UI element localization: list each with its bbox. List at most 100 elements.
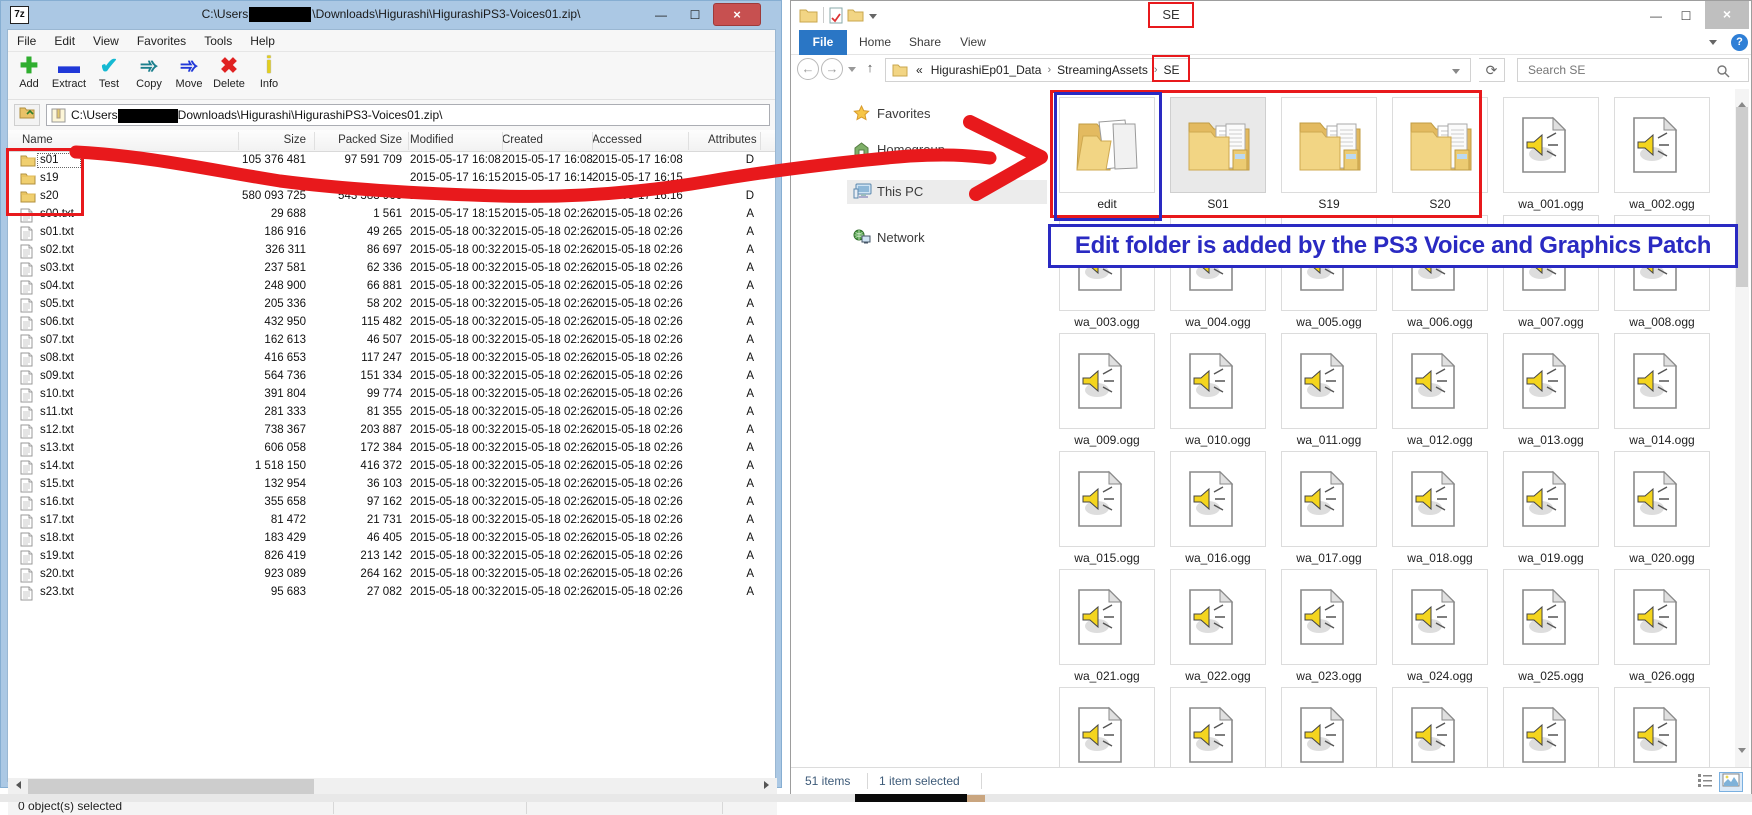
address-dropdown-icon[interactable]	[1452, 69, 1460, 74]
table-row[interactable]: s19.txt826 419213 1422015-05-18 00:32201…	[8, 548, 775, 566]
menu-item-favorites[interactable]: Favorites	[128, 30, 195, 52]
table-row[interactable]: s18.txt183 42946 4052015-05-18 00:322015…	[8, 530, 775, 548]
menu-item-tools[interactable]: Tools	[195, 30, 241, 52]
table-row[interactable]: s02.txt326 31186 6972015-05-18 00:322015…	[8, 242, 775, 260]
tab-home[interactable]: Home	[853, 30, 897, 55]
file-tile-clipped[interactable]	[1281, 687, 1377, 767]
sevenzip-titlebar[interactable]: 7z C:\Users\Downloads\Higurashi\Higurash…	[1, 1, 781, 29]
table-row[interactable]: s17.txt81 47221 7312015-05-18 00:322015-…	[8, 512, 775, 530]
table-row[interactable]: s20580 093 725543 383 9662015-05-17 16:1…	[8, 188, 775, 206]
sidebar-item-this-pc[interactable]: This PC	[847, 180, 1047, 204]
sidebar-item-favorites[interactable]: Favorites	[847, 102, 1047, 126]
table-row[interactable]: s06.txt432 950115 4822015-05-18 00:32201…	[8, 314, 775, 332]
column-header-accessed[interactable]: Accessed	[592, 134, 684, 146]
file-tile-wa_021-ogg[interactable]	[1059, 569, 1155, 665]
column-header-packed-size[interactable]: Packed Size	[310, 134, 402, 146]
table-row[interactable]: s12.txt738 367203 8872015-05-18 00:32201…	[8, 422, 775, 440]
menu-item-help[interactable]: Help	[241, 30, 284, 52]
table-row[interactable]: s23.txt95 68327 0822015-05-18 00:322015-…	[8, 584, 775, 602]
table-row[interactable]: s13.txt606 058172 3842015-05-18 00:32201…	[8, 440, 775, 458]
column-separator[interactable]	[502, 132, 503, 150]
file-tile-wa_016-ogg[interactable]	[1170, 451, 1266, 547]
file-tile-wa_018-ogg[interactable]	[1392, 451, 1488, 547]
menu-item-file[interactable]: File	[8, 30, 45, 52]
scroll-up-icon[interactable]	[1735, 89, 1749, 105]
file-tile-clipped[interactable]	[1614, 687, 1710, 767]
maximize-button[interactable]: ☐	[679, 6, 711, 24]
file-tile-clipped[interactable]	[1392, 687, 1488, 767]
file-tile-clipped[interactable]	[1503, 687, 1599, 767]
tab-view[interactable]: View	[953, 30, 993, 55]
file-tile-wa_026-ogg[interactable]	[1614, 569, 1710, 665]
breadcrumb-collapse[interactable]: «	[912, 59, 927, 81]
toolbar-button-copy[interactable]: ➾Copy	[130, 52, 168, 98]
minimize-button[interactable]: —	[1643, 9, 1669, 23]
table-row[interactable]: s01.txt186 91649 2652015-05-18 00:322015…	[8, 224, 775, 242]
column-separator[interactable]	[408, 132, 409, 150]
new-folder-icon[interactable]	[847, 8, 864, 22]
table-row[interactable]: s05.txt205 33658 2022015-05-18 00:322015…	[8, 296, 775, 314]
table-row[interactable]: s09.txt564 736151 3342015-05-18 00:32201…	[8, 368, 775, 386]
qat-dropdown-icon[interactable]	[869, 14, 877, 19]
toolbar-button-delete[interactable]: ✖Delete	[210, 52, 248, 98]
column-header-created[interactable]: Created	[502, 134, 590, 146]
forward-button[interactable]: →	[821, 58, 843, 80]
table-row[interactable]: s15.txt132 95436 1032015-05-18 00:322015…	[8, 476, 775, 494]
column-header-size[interactable]: Size	[204, 134, 306, 146]
search-icon[interactable]	[1716, 64, 1730, 78]
scroll-left-icon[interactable]	[10, 779, 26, 795]
recent-locations-icon[interactable]	[848, 67, 856, 72]
toolbar-button-test[interactable]: ✔Test	[90, 52, 128, 98]
menu-item-edit[interactable]: Edit	[45, 30, 84, 52]
file-tile-wa_011-ogg[interactable]	[1281, 333, 1377, 429]
close-button[interactable]: ×	[713, 3, 761, 26]
column-header-modified[interactable]: Modified	[410, 134, 502, 146]
search-input[interactable]: Search SE	[1517, 58, 1749, 82]
table-row[interactable]: s16.txt355 65897 1622015-05-18 00:322015…	[8, 494, 775, 512]
column-separator[interactable]	[688, 132, 689, 150]
scrollbar-thumb[interactable]	[28, 779, 314, 795]
column-header-attributes[interactable]: Attributes	[708, 134, 754, 146]
refresh-button[interactable]: ⟳	[1479, 58, 1505, 82]
list-column-headers[interactable]: NameSizePacked SizeModifiedCreatedAccess…	[8, 130, 775, 152]
file-tile-wa_015-ogg[interactable]	[1059, 451, 1155, 547]
table-row[interactable]: s03.txt237 58162 3362015-05-18 00:322015…	[8, 260, 775, 278]
toolbar-button-move[interactable]: ➾Move	[170, 52, 208, 98]
column-separator[interactable]	[314, 132, 315, 150]
table-row[interactable]: s10.txt391 80499 7742015-05-18 00:322015…	[8, 386, 775, 404]
close-button[interactable]: ×	[1705, 1, 1749, 29]
file-tile-wa_002-ogg[interactable]	[1614, 97, 1710, 193]
minimize-button[interactable]: —	[645, 6, 677, 24]
table-row[interactable]: s00.txt29 6881 5612015-05-17 18:152015-0…	[8, 206, 775, 224]
file-tile-wa_013-ogg[interactable]	[1503, 333, 1599, 429]
up-button[interactable]: ↑	[861, 60, 879, 78]
file-tile-clipped[interactable]	[1059, 687, 1155, 767]
table-row[interactable]: s192015-05-17 16:152015-05-17 16:142015-…	[8, 170, 775, 188]
table-row[interactable]: s11.txt281 33381 3552015-05-18 00:322015…	[8, 404, 775, 422]
table-row[interactable]: s07.txt162 61346 5072015-05-18 00:322015…	[8, 332, 775, 350]
file-tile-wa_020-ogg[interactable]	[1614, 451, 1710, 547]
column-separator[interactable]	[760, 132, 761, 150]
sidebar-item-homegroup[interactable]: Homegroup	[847, 138, 1047, 162]
menu-item-view[interactable]: View	[84, 30, 128, 52]
file-tile-clipped[interactable]	[1170, 687, 1266, 767]
table-row[interactable]: s14.txt1 518 150416 3722015-05-18 00:322…	[8, 458, 775, 476]
scroll-down-icon[interactable]	[1735, 751, 1749, 767]
file-tile-wa_025-ogg[interactable]	[1503, 569, 1599, 665]
table-row[interactable]: s04.txt248 90066 8812015-05-18 00:322015…	[8, 278, 775, 296]
table-row[interactable]: s20.txt923 089264 1622015-05-18 00:32201…	[8, 566, 775, 584]
back-button[interactable]: ←	[797, 58, 819, 80]
file-tile-wa_024-ogg[interactable]	[1392, 569, 1488, 665]
toolbar-button-info[interactable]: iInfo	[250, 52, 288, 98]
file-tile-wa_009-ogg[interactable]	[1059, 333, 1155, 429]
file-tile-wa_022-ogg[interactable]	[1170, 569, 1266, 665]
ribbon-collapse-icon[interactable]	[1709, 40, 1717, 45]
tab-file[interactable]: File	[799, 30, 847, 55]
table-row[interactable]: s08.txt416 653117 2472015-05-18 00:32201…	[8, 350, 775, 368]
file-tile-wa_001-ogg[interactable]	[1503, 97, 1599, 193]
toolbar-button-add[interactable]: ✚Add	[10, 52, 48, 98]
file-tile-wa_019-ogg[interactable]	[1503, 451, 1599, 547]
file-tile-wa_017-ogg[interactable]	[1281, 451, 1377, 547]
vertical-scrollbar[interactable]	[1735, 89, 1749, 765]
properties-doc-icon[interactable]	[829, 7, 843, 24]
